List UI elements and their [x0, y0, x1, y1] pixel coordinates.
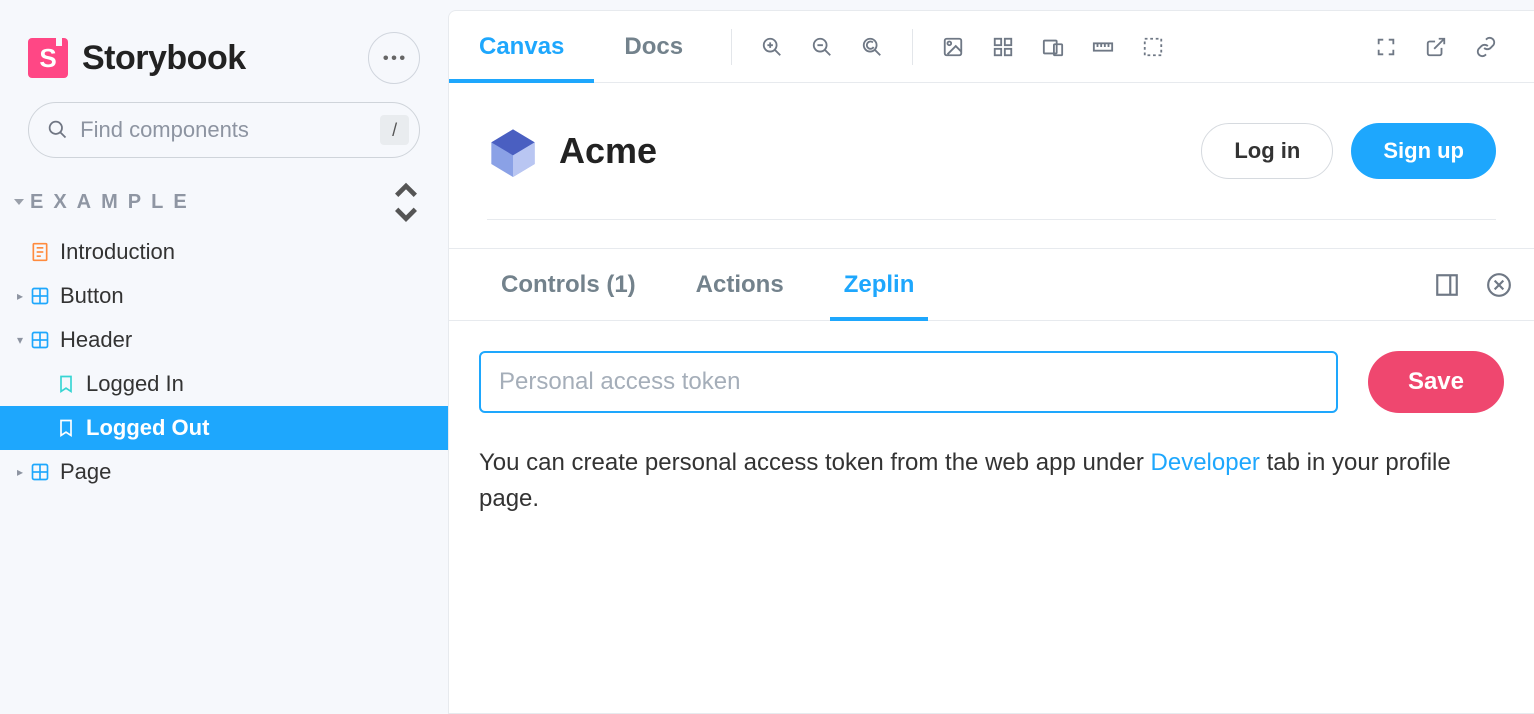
sidebar-label: Page	[60, 459, 111, 485]
signup-button[interactable]: Sign up	[1351, 123, 1496, 179]
fullscreen-icon	[1375, 36, 1397, 58]
sidebar-item-button[interactable]: ▸ Button	[0, 274, 448, 318]
sidebar-header: S Storybook	[0, 0, 448, 102]
expand-collapse-icon	[392, 179, 420, 226]
search-container: /	[0, 102, 448, 176]
toolbar-separator	[731, 29, 732, 65]
acme-title: Acme	[559, 130, 657, 172]
acme-header: Acme Log in Sign up	[487, 123, 1496, 179]
bookmark-icon	[56, 374, 76, 394]
fullscreen-button[interactable]	[1364, 25, 1408, 69]
preview-divider	[487, 219, 1496, 220]
zoom-reset-button[interactable]	[850, 25, 894, 69]
expand-collapse-button[interactable]	[392, 188, 420, 216]
outline-icon	[1142, 36, 1164, 58]
acme-actions: Log in Sign up	[1201, 123, 1496, 179]
image-icon	[942, 36, 964, 58]
sidebar-tree: Introduction ▸ Button ▾ Header Logged In…	[0, 224, 448, 494]
grid-button[interactable]	[981, 25, 1025, 69]
link-icon	[1475, 36, 1497, 58]
search-icon	[47, 119, 68, 140]
addons-tabbar: Controls (1) Actions Zeplin	[449, 249, 1534, 321]
sidebar-category-title: Example	[30, 191, 197, 214]
storybook-logo-icon: S	[28, 38, 68, 78]
save-button[interactable]: Save	[1368, 351, 1504, 413]
acme-logo-icon	[487, 125, 539, 177]
component-icon	[30, 462, 50, 482]
grid-icon	[992, 36, 1014, 58]
sidebar-item-page[interactable]: ▸ Page	[0, 450, 448, 494]
sidebar-item-header[interactable]: ▾ Header	[0, 318, 448, 362]
addons-close-button[interactable]	[1486, 272, 1512, 298]
sidebar-item-introduction[interactable]: Introduction	[0, 230, 448, 274]
brand-title: Storybook	[82, 39, 246, 78]
zoom-in-button[interactable]	[750, 25, 794, 69]
token-row: Save	[479, 351, 1504, 413]
viewport-icon	[1042, 36, 1064, 58]
view-tabs: Canvas Docs	[449, 11, 713, 82]
sidebar-label: Introduction	[60, 239, 175, 265]
zeplin-panel: Save You can create personal access toke…	[449, 321, 1534, 547]
sidebar: S Storybook / Example Introduction ▸ But…	[0, 0, 448, 714]
document-icon	[30, 242, 50, 262]
search-input[interactable]	[80, 117, 368, 143]
component-icon	[30, 286, 50, 306]
personal-access-token-input[interactable]	[479, 351, 1338, 413]
external-link-icon	[1425, 36, 1447, 58]
outline-button[interactable]	[1131, 25, 1175, 69]
addon-tab-zeplin[interactable]: Zeplin	[814, 249, 945, 320]
sidebar-item-logged-out[interactable]: Logged Out	[0, 406, 448, 450]
copy-link-button[interactable]	[1464, 25, 1508, 69]
zoom-out-button[interactable]	[800, 25, 844, 69]
tab-canvas[interactable]: Canvas	[449, 11, 594, 82]
addons-orientation-button[interactable]	[1434, 272, 1460, 298]
developer-link[interactable]: Developer	[1151, 449, 1260, 476]
caret-down-icon	[14, 199, 24, 205]
canvas-toolbar: Canvas Docs	[449, 11, 1534, 83]
ruler-icon	[1092, 36, 1114, 58]
addon-tab-actions[interactable]: Actions	[666, 249, 814, 320]
sidebar-label: Logged Out	[86, 415, 209, 441]
search-field[interactable]: /	[28, 102, 420, 158]
addon-tab-controls[interactable]: Controls (1)	[471, 249, 666, 320]
sidebar-label: Button	[60, 283, 124, 309]
sidebar-label: Header	[60, 327, 132, 353]
close-circle-icon	[1486, 272, 1512, 298]
addons-tabbar-right	[1434, 272, 1512, 298]
toolbar-separator	[912, 29, 913, 65]
viewport-button[interactable]	[1031, 25, 1075, 69]
zoom-out-icon	[811, 36, 833, 58]
component-icon	[30, 330, 50, 350]
sidebar-item-logged-in[interactable]: Logged In	[0, 362, 448, 406]
tab-docs[interactable]: Docs	[594, 11, 713, 82]
zoom-in-icon	[761, 36, 783, 58]
ellipsis-icon	[383, 55, 405, 61]
preview-area: Acme Log in Sign up	[449, 83, 1534, 249]
caret-down-icon: ▾	[14, 333, 26, 347]
zoom-reset-icon	[861, 36, 883, 58]
token-help-before: You can create personal access token fro…	[479, 449, 1151, 476]
search-shortcut-key: /	[380, 115, 409, 145]
panel-position-icon	[1434, 272, 1460, 298]
caret-right-icon: ▸	[14, 465, 26, 479]
caret-right-icon: ▸	[14, 289, 26, 303]
open-new-tab-button[interactable]	[1414, 25, 1458, 69]
sidebar-menu-button[interactable]	[368, 32, 420, 84]
measure-button[interactable]	[1081, 25, 1125, 69]
sidebar-category-header[interactable]: Example	[0, 176, 448, 224]
bookmark-icon	[56, 418, 76, 438]
token-help-text: You can create personal access token fro…	[479, 445, 1459, 517]
background-button[interactable]	[931, 25, 975, 69]
sidebar-label: Logged In	[86, 371, 184, 397]
main-panel: Canvas Docs Acme Log in Sign up Contr	[448, 10, 1534, 714]
login-button[interactable]: Log in	[1201, 123, 1333, 179]
